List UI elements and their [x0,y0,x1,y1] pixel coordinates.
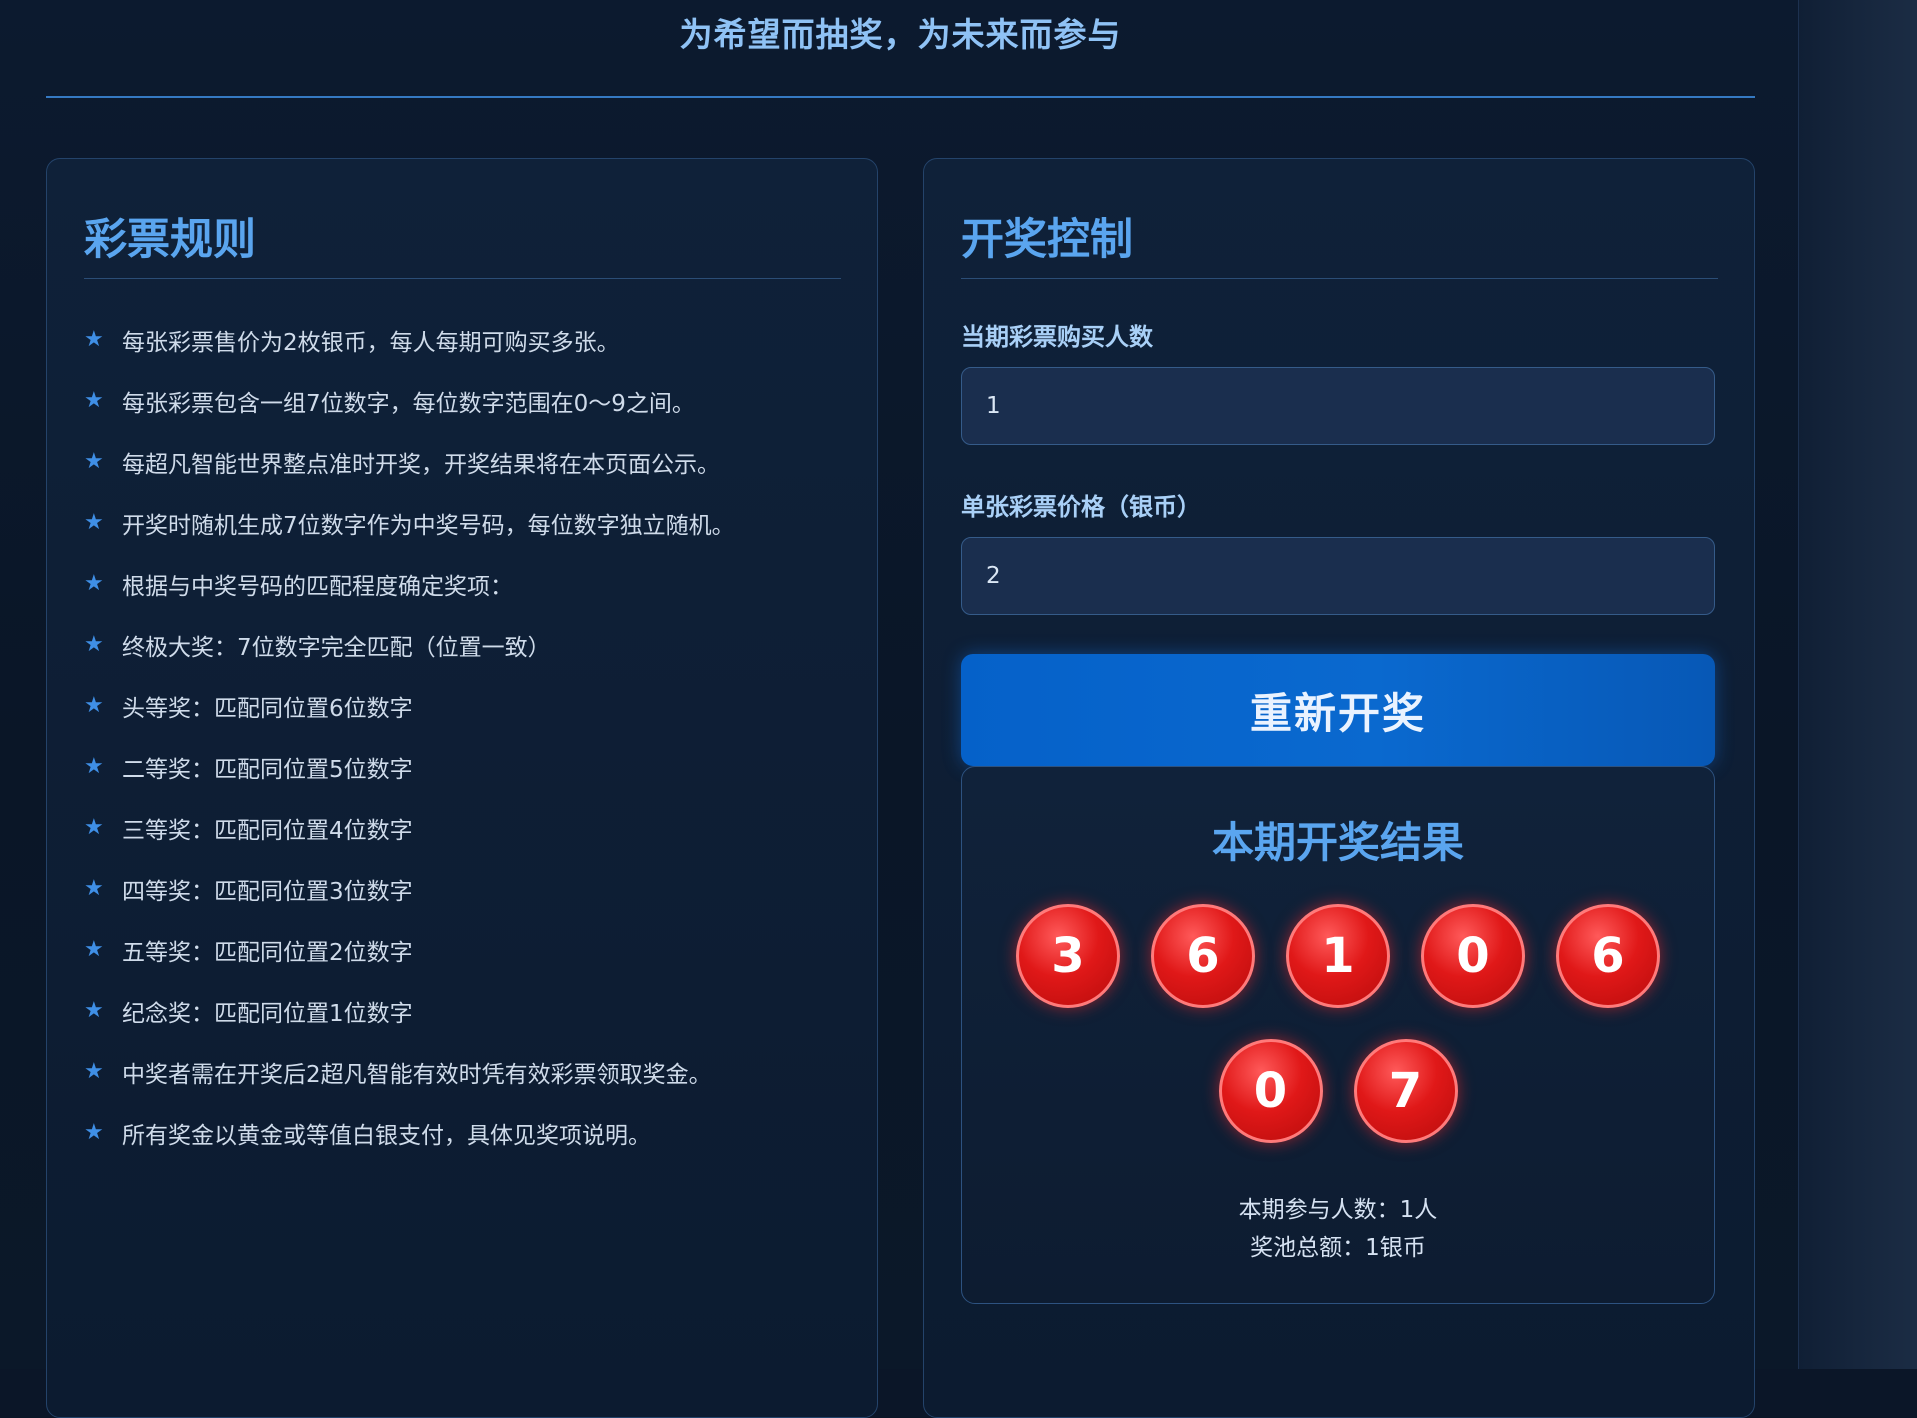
result-summary: 本期参与人数：1人 奖池总额：1银币 [962,1191,1714,1267]
rule-item: ★ 纪念奖：匹配同位置1位数字 [84,980,841,1041]
slogan: 为希望而抽奖，为未来而参与 [679,15,1122,54]
number-ball: 6 [1151,904,1255,1008]
rule-text: 终极大奖：7位数字完全匹配（位置一致） [122,634,551,661]
rule-item: ★ 终极大奖：7位数字完全匹配（位置一致） [84,614,841,675]
number-ball: 0 [1218,1039,1323,1143]
star-icon: ★ [84,510,104,535]
winning-numbers: 3610607 [962,904,1714,1143]
rule-item: ★ 中奖者需在开奖后2超凡智能有效时凭有效彩票领取奖金。 [84,1041,841,1102]
rule-item: ★ 五等奖：匹配同位置2位数字 [84,919,841,980]
buyers-input[interactable] [961,367,1715,445]
rule-text: 三等奖：匹配同位置4位数字 [122,817,413,844]
rule-item: ★ 四等奖：匹配同位置3位数字 [84,858,841,919]
rules-title: 彩票规则 [84,205,841,279]
rule-text: 头等奖：匹配同位置6位数字 [122,695,413,722]
right-gutter [1799,0,1917,1369]
prize-pool-total: 奖池总额：1银币 [1250,1235,1426,1261]
rule-text: 开奖时随机生成7位数字作为中奖号码，每位数字独立随机。 [122,512,735,539]
rule-text: 根据与中奖号码的匹配程度确定奖项： [122,573,513,600]
number-ball: 3 [1016,904,1120,1008]
star-icon: ★ [84,327,104,352]
rule-item: ★ 每张彩票包含一组7位数字，每位数字范围在0～9之间。 [84,370,841,431]
buyers-label: 当期彩票购买人数 [961,323,1153,351]
rule-item: ★ 开奖时随机生成7位数字作为中奖号码，每位数字独立随机。 [84,492,841,553]
rule-text: 中奖者需在开奖后2超凡智能有效时凭有效彩票领取奖金。 [122,1061,712,1088]
number-ball: 7 [1353,1039,1458,1143]
number-ball: 6 [1556,904,1660,1008]
draw-control-panel: 开奖控制 当期彩票购买人数 单张彩票价格（银币） 重新开奖 本期开奖结果 361… [923,158,1755,1418]
star-icon: ★ [84,1059,104,1084]
star-icon: ★ [84,815,104,840]
star-icon: ★ [84,571,104,596]
rule-text: 纪念奖：匹配同位置1位数字 [122,1000,413,1027]
star-icon: ★ [84,1120,104,1145]
star-icon: ★ [84,449,104,474]
number-ball: 0 [1421,904,1525,1008]
page: 为希望而抽奖，为未来而参与 彩票规则 ★ 每张彩票售价为2枚银币，每人每期可购买多… [0,0,1799,1418]
result-title: 本期开奖结果 [1211,818,1464,867]
control-title: 开奖控制 [961,205,1718,279]
price-input[interactable] [961,537,1715,615]
rule-text: 每张彩票售价为2枚银币，每人每期可购买多张。 [122,329,620,356]
price-label: 单张彩票价格（银币） [961,493,1201,521]
rule-text: 所有奖金以黄金或等值白银支付，具体见奖项说明。 [122,1122,651,1149]
star-icon: ★ [84,388,104,413]
rule-item: ★ 头等奖：匹配同位置6位数字 [84,675,841,736]
rule-item: ★ 每超凡智能世界整点准时开奖，开奖结果将在本页面公示。 [84,431,841,492]
star-icon: ★ [84,693,104,718]
rule-text: 五等奖：匹配同位置2位数字 [122,939,413,966]
rule-text: 每张彩票包含一组7位数字，每位数字范围在0～9之间。 [122,390,695,417]
number-ball: 1 [1286,904,1390,1008]
draw-result-box: 本期开奖结果 3610607 本期参与人数：1人 奖池总额：1银币 [961,766,1715,1304]
rule-item: ★ 根据与中奖号码的匹配程度确定奖项： [84,553,841,614]
rules-panel: 彩票规则 ★ 每张彩票售价为2枚银币，每人每期可购买多张。 ★ 每张彩票包含一组7位数… [46,158,878,1418]
rule-text: 二等奖：匹配同位置5位数字 [122,756,413,783]
rule-item: ★ 每张彩票售价为2枚银币，每人每期可购买多张。 [84,309,841,370]
rule-text: 每超凡智能世界整点准时开奖，开奖结果将在本页面公示。 [122,451,720,478]
rule-item: ★ 二等奖：匹配同位置5位数字 [84,736,841,797]
redraw-button[interactable]: 重新开奖 [961,654,1715,766]
rule-item: ★ 所有奖金以黄金或等值白银支付，具体见奖项说明。 [84,1102,841,1163]
star-icon: ★ [84,937,104,962]
rule-item: ★ 三等奖：匹配同位置4位数字 [84,797,841,858]
rule-text: 四等奖：匹配同位置3位数字 [122,878,413,905]
star-icon: ★ [84,632,104,657]
star-icon: ★ [84,754,104,779]
participants-count: 本期参与人数：1人 [1238,1197,1438,1223]
page-header: 为希望而抽奖，为未来而参与 [46,0,1755,98]
rules-list: ★ 每张彩票售价为2枚银币，每人每期可购买多张。 ★ 每张彩票包含一组7位数字，每位数… [84,309,841,1163]
star-icon: ★ [84,876,104,901]
star-icon: ★ [84,998,104,1023]
